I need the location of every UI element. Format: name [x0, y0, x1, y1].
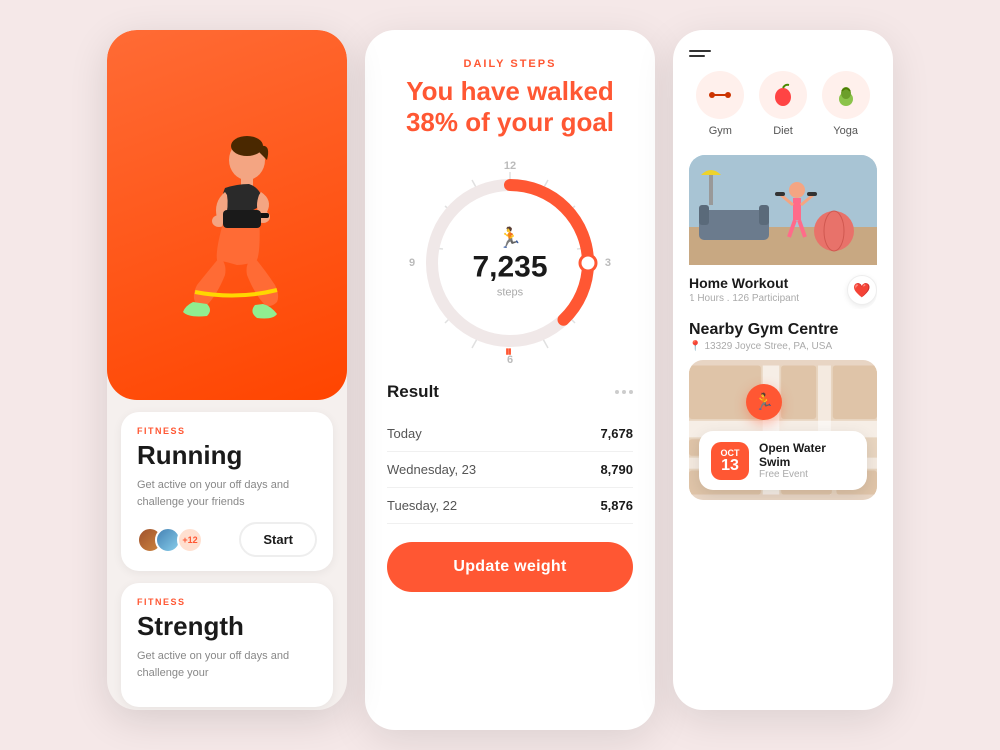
- gym-label: Gym: [709, 125, 732, 137]
- running-card: FITNESS Running Get active on your off d…: [121, 412, 333, 571]
- yoga-label: Yoga: [833, 125, 858, 137]
- workout-card[interactable]: Home Workout 1 Hours . 126 Participant ❤…: [689, 155, 877, 309]
- result-title: Result: [387, 382, 439, 402]
- workout-meta: 1 Hours . 126 Participant: [689, 293, 799, 304]
- workout-info: Home Workout 1 Hours . 126 Participant ❤…: [689, 265, 877, 309]
- row1-value: 7,678: [600, 426, 633, 441]
- result-row-wed: Wednesday, 23 8,790: [387, 452, 633, 488]
- result-row-tue: Tuesday, 22 5,876: [387, 488, 633, 524]
- fitness-label-1: FITNESS: [137, 426, 317, 436]
- dot-2: [622, 390, 626, 394]
- headline-percent: 38%: [406, 107, 458, 137]
- panel-3-inner: Gym Diet: [673, 30, 893, 309]
- category-row: Gym Diet: [689, 71, 877, 137]
- steps-value: 7,235: [472, 253, 547, 283]
- event-card[interactable]: OCT 13 Open Water Swim Free Event: [699, 431, 867, 490]
- panel-steps: DAILY STEPS You have walked 38% of your …: [365, 30, 655, 730]
- ring-center: 🏃 7,235 steps: [472, 226, 547, 301]
- workout-name: Home Workout: [689, 275, 799, 291]
- dot-1: [615, 390, 619, 394]
- yoga-emoji: [822, 71, 870, 119]
- panel-fitness: FITNESS Running Get active on your off d…: [107, 30, 347, 710]
- result-section: Result Today 7,678 Wednesday, 23 8,790 T…: [387, 382, 633, 706]
- menu-icon[interactable]: [689, 50, 711, 57]
- result-dots: [615, 390, 633, 394]
- location-icon: 📍: [689, 341, 701, 352]
- headline-part1: You have walked: [406, 76, 614, 106]
- strength-title: Strength: [137, 611, 317, 642]
- gym-icon: [708, 83, 732, 107]
- row3-day: Tuesday, 22: [387, 498, 457, 513]
- nearby-address: 📍 13329 Joyce Stree, PA, USA: [689, 341, 877, 352]
- row2-day: Wednesday, 23: [387, 462, 476, 477]
- workout-image: [689, 155, 877, 265]
- running-card-bottom: +12 Start: [137, 522, 317, 557]
- yoga-icon: [834, 83, 858, 107]
- start-button[interactable]: Start: [239, 522, 317, 557]
- map-runner-pin[interactable]: 🏃: [746, 384, 782, 420]
- strength-card: FITNESS Strength Get active on your off …: [121, 583, 333, 707]
- nearby-section: Nearby Gym Centre 📍 13329 Joyce Stree, P…: [673, 321, 893, 500]
- runner-icon: 🏃: [472, 226, 547, 251]
- event-subtitle: Free Event: [759, 469, 855, 480]
- running-desc: Get active on your off days and challeng…: [137, 477, 317, 510]
- event-title: Open Water Swim: [759, 441, 855, 469]
- event-month: OCT: [719, 448, 741, 458]
- panel-top-bg: [107, 30, 347, 400]
- heart-button[interactable]: ❤️: [847, 275, 877, 305]
- row1-day: Today: [387, 426, 422, 441]
- row3-value: 5,876: [600, 498, 633, 513]
- steps-label: steps: [497, 287, 523, 299]
- steps-ring: 12 9 3 6: [405, 158, 615, 368]
- workout-scene: [689, 155, 877, 265]
- athlete-figure: [137, 130, 317, 400]
- result-row-today: Today 7,678: [387, 416, 633, 452]
- dot-3: [629, 390, 633, 394]
- avatar-count: +12: [177, 527, 203, 553]
- event-day: 13: [719, 458, 741, 474]
- app-container: FITNESS Running Get active on your off d…: [0, 0, 1000, 750]
- diet-emoji: [759, 71, 807, 119]
- pause-icon[interactable]: ⏸: [505, 343, 515, 360]
- fitness-cards: FITNESS Running Get active on your off d…: [107, 400, 347, 710]
- category-yoga[interactable]: Yoga: [822, 71, 870, 137]
- daily-steps-label: DAILY STEPS: [464, 58, 557, 70]
- map-container: 🏃 OCT 13 Open Water Swim Free Event: [689, 360, 877, 500]
- result-header: Result: [387, 382, 633, 402]
- event-date: OCT 13: [711, 442, 749, 480]
- running-title: Running: [137, 440, 317, 471]
- gym-emoji: [696, 71, 744, 119]
- row2-value: 8,790: [600, 462, 633, 477]
- nearby-title: Nearby Gym Centre: [689, 321, 877, 339]
- category-gym[interactable]: Gym: [696, 71, 744, 137]
- strength-desc: Get active on your off days and challeng…: [137, 648, 317, 681]
- avatars-row: +12: [137, 527, 203, 553]
- workout-text: Home Workout 1 Hours . 126 Participant: [689, 275, 799, 304]
- headline-part2: of your goal: [465, 107, 614, 137]
- diet-label: Diet: [773, 125, 793, 137]
- daily-steps-title: You have walked 38% of your goal: [406, 76, 614, 138]
- update-weight-button[interactable]: Update weight: [387, 542, 633, 592]
- diet-icon: [771, 83, 795, 107]
- address-text: 13329 Joyce Stree, PA, USA: [704, 341, 832, 352]
- event-info: Open Water Swim Free Event: [759, 441, 855, 480]
- panel-gym: Gym Diet: [673, 30, 893, 710]
- category-diet[interactable]: Diet: [759, 71, 807, 137]
- fitness-label-2: FITNESS: [137, 597, 317, 607]
